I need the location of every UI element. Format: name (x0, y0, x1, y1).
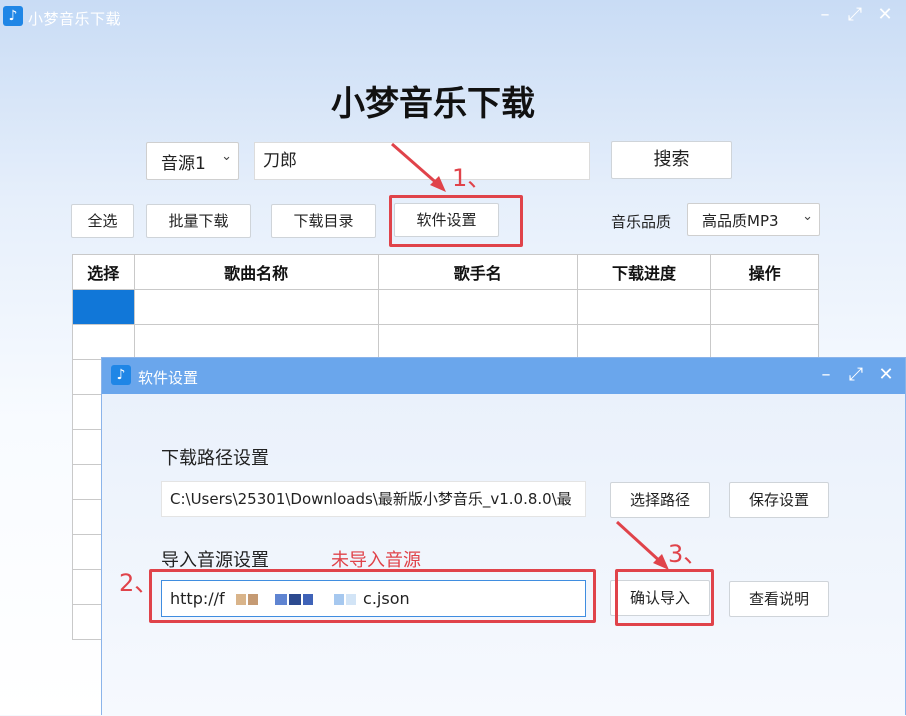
search-button[interactable]: 搜索 (611, 141, 732, 179)
annotation-box-1 (389, 195, 523, 247)
dialog-title-bar: ♪ 软件设置 – ⤢ ✕ (102, 358, 905, 394)
maximize-icon[interactable]: ⤢ (841, 362, 871, 388)
music-note-icon: ♪ (111, 365, 131, 385)
dialog-title: 软件设置 (138, 369, 199, 387)
minimize-icon[interactable]: – (811, 362, 841, 388)
close-icon[interactable]: ✕ (871, 362, 901, 388)
annotation-box-2 (149, 569, 596, 623)
select-cell[interactable] (72, 324, 135, 360)
download-path-field[interactable]: C:\Users\25301\Downloads\最新版小梦音乐_v1.0.8.… (161, 481, 586, 517)
column-header[interactable]: 歌手名 (377, 254, 578, 290)
table-row[interactable] (72, 289, 819, 325)
annotation-label-2: 2、 (119, 569, 159, 597)
maximize-icon[interactable]: ⤢ (840, 2, 870, 28)
column-header[interactable]: 操作 (710, 254, 819, 290)
annotation-label-3: 3、 (668, 540, 708, 568)
source-select-value: 音源1 (161, 154, 206, 174)
page-title: 小梦音乐下载 (331, 84, 535, 124)
chevron-down-icon: ⌄ (221, 149, 232, 164)
batch-download-button[interactable]: 批量下载 (146, 204, 251, 238)
choose-path-button[interactable]: 选择路径 (610, 482, 710, 518)
download-path-label: 下载路径设置 (161, 448, 269, 469)
view-help-button[interactable]: 查看说明 (729, 581, 829, 617)
annotation-box-3 (615, 569, 714, 626)
window-title: 小梦音乐下载 (28, 10, 122, 28)
annotation-arrow-1 (391, 142, 446, 192)
quality-select-value: 高品质MP3 (702, 212, 779, 230)
minimize-icon[interactable]: – (810, 2, 840, 28)
settings-dialog: ♪ 软件设置 – ⤢ ✕ 下载路径设置 C:\Users\25301\Downl… (101, 357, 906, 716)
annotation-label-1: 1、 (452, 164, 492, 192)
quality-select[interactable]: 高品质MP3 ⌄ (687, 203, 820, 236)
music-note-icon: ♪ (3, 6, 23, 26)
save-settings-button[interactable]: 保存设置 (729, 482, 829, 518)
quality-label: 音乐品质 (611, 213, 672, 231)
column-header[interactable]: 歌曲名称 (133, 254, 379, 290)
chevron-down-icon: ⌄ (802, 209, 813, 224)
download-dir-button[interactable]: 下载目录 (271, 204, 376, 238)
select-cell[interactable] (72, 289, 135, 325)
close-icon[interactable]: ✕ (870, 2, 900, 28)
source-select[interactable]: 音源1 ⌄ (146, 142, 239, 180)
column-header[interactable]: 选择 (72, 254, 135, 290)
select-all-button[interactable]: 全选 (71, 204, 134, 238)
table-row[interactable] (72, 324, 819, 360)
column-header[interactable]: 下载进度 (576, 254, 712, 290)
title-bar: ♪ 小梦音乐下载 – ⤢ ✕ (0, 0, 906, 36)
